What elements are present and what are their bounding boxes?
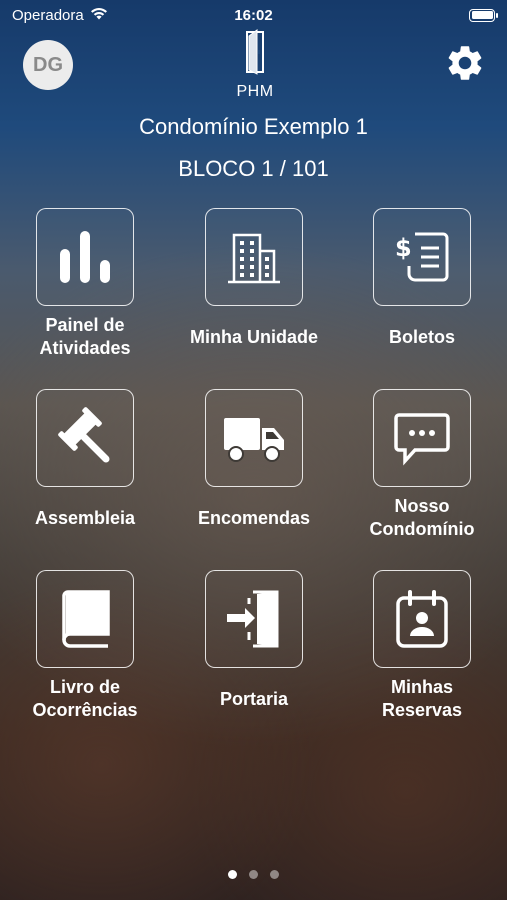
menu-item-encomendas[interactable]: Encomendas	[184, 389, 324, 544]
svg-text:$: $	[395, 234, 412, 262]
condominium-name: Condomínio Exemplo 1	[139, 114, 368, 139]
page-dot-active[interactable]	[228, 870, 237, 879]
app-logo: PHM	[229, 26, 281, 100]
tile-box[interactable]	[36, 570, 134, 668]
tile-box[interactable]	[205, 389, 303, 487]
menu-item-label: Portaria	[219, 688, 289, 709]
menu-item-label: Assembleia	[34, 507, 136, 528]
menu-item-label: Boletos	[388, 326, 455, 347]
chat-icon	[394, 413, 450, 466]
tile-box[interactable]	[373, 389, 471, 487]
menu-item-portaria[interactable]: Portaria	[184, 570, 324, 725]
avatar[interactable]: DG	[23, 40, 73, 90]
settings-gear-icon[interactable]	[444, 42, 486, 84]
calendar-person-icon	[396, 590, 448, 648]
menu-item-boletos[interactable]: $ Boletos	[352, 208, 492, 363]
menu-item-label: Livro de Ocorrências	[32, 677, 138, 720]
tile-box[interactable]	[36, 389, 134, 487]
menu-item-label: Encomendas	[197, 507, 311, 528]
avatar-initials: DG	[33, 53, 63, 76]
invoice-icon: $	[395, 232, 449, 282]
menu-item-livro-ocorrencias[interactable]: Livro de Ocorrências	[15, 570, 155, 725]
logo-text: PHM	[236, 83, 274, 100]
bar-chart-icon	[60, 231, 110, 283]
page-dot[interactable]	[249, 870, 258, 879]
door-enter-icon	[227, 590, 279, 648]
menu-item-assembleia[interactable]: Assembleia	[15, 389, 155, 544]
menu-item-minhas-reservas[interactable]: Minhas Reservas	[352, 570, 492, 725]
door-logo-icon	[246, 29, 264, 75]
menu-item-label: Nosso Condomínio	[369, 496, 475, 539]
tile-box[interactable]	[205, 208, 303, 306]
menu-item-label: Painel de Atividades	[39, 315, 131, 358]
tile-box[interactable]: $	[373, 208, 471, 306]
battery-icon	[469, 8, 498, 22]
tile-box[interactable]	[373, 570, 471, 668]
building-icon	[228, 233, 280, 284]
menu-item-nosso-condominio[interactable]: Nosso Condomínio	[352, 389, 492, 544]
menu-item-label: Minhas Reservas	[381, 677, 463, 720]
unit-name: BLOCO 1 / 101	[178, 156, 329, 181]
tile-box[interactable]	[205, 570, 303, 668]
wifi-icon	[90, 7, 108, 24]
truck-icon	[224, 418, 284, 462]
page-indicator[interactable]	[0, 870, 507, 879]
tile-box[interactable]	[36, 208, 134, 306]
menu-item-painel[interactable]: Painel de Atividades	[15, 208, 155, 363]
menu-item-minha-unidade[interactable]: Minha Unidade	[184, 208, 324, 363]
book-icon	[62, 590, 110, 648]
carrier-label: Operadora	[12, 6, 84, 24]
page-dot[interactable]	[270, 870, 279, 879]
menu-item-label: Minha Unidade	[189, 326, 318, 347]
gavel-icon	[58, 407, 110, 463]
